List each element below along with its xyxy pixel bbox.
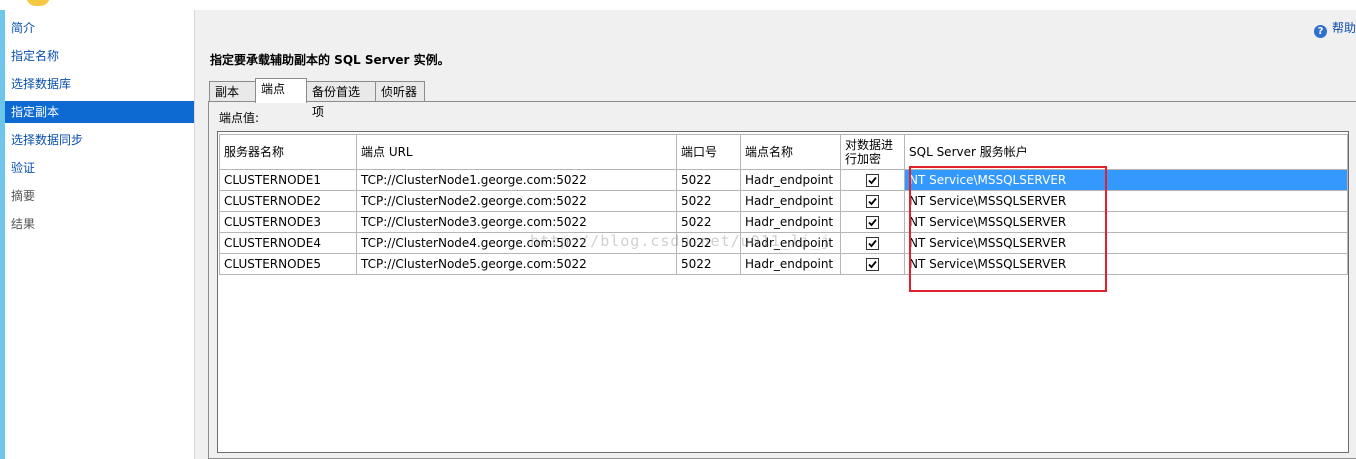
table-row[interactable]: CLUSTERNODE1 TCP://ClusterNode1.george.c…: [219, 169, 1348, 191]
column-header-endpoint-url[interactable]: 端点 URL: [356, 134, 677, 170]
wizard-sidebar: 简介 指定名称 选择数据库 指定副本 选择数据同步 验证 摘要 结果: [5, 10, 195, 459]
endpoint-values-label: 端点值:: [219, 111, 260, 125]
table-row[interactable]: CLUSTERNODE4 TCP://ClusterNode4.george.c…: [219, 232, 1348, 254]
encrypt-checkbox[interactable]: [866, 216, 879, 229]
column-header-port[interactable]: 端口号: [676, 134, 741, 170]
cell-endpoint-url[interactable]: TCP://ClusterNode1.george.com:5022: [356, 169, 677, 191]
cell-service-account[interactable]: NT Service\MSSQLSERVER: [904, 190, 1348, 212]
cell-endpoint-url[interactable]: TCP://ClusterNode5.george.com:5022: [356, 253, 677, 275]
cell-endpoint-url[interactable]: TCP://ClusterNode4.george.com:5022: [356, 232, 677, 254]
help-icon: ?: [1314, 25, 1327, 38]
cell-endpoint-url[interactable]: TCP://ClusterNode2.george.com:5022: [356, 190, 677, 212]
sidebar-item-select-databases[interactable]: 选择数据库: [5, 73, 194, 95]
cell-service-account[interactable]: NT Service\MSSQLSERVER: [904, 253, 1348, 275]
sidebar-item-specify-name[interactable]: 指定名称: [5, 45, 194, 67]
help-link[interactable]: ? 帮助: [1314, 20, 1356, 38]
cell-service-account[interactable]: NT Service\MSSQLSERVER: [904, 211, 1348, 233]
cell-server-name[interactable]: CLUSTERNODE4: [219, 232, 357, 254]
sidebar-item-intro[interactable]: 简介: [5, 17, 194, 39]
cell-server-name[interactable]: CLUSTERNODE2: [219, 190, 357, 212]
cell-service-account[interactable]: NT Service\MSSQLSERVER: [904, 169, 1348, 191]
encrypt-checkbox[interactable]: [866, 237, 879, 250]
cell-endpoint-name[interactable]: Hadr_endpoint: [740, 232, 841, 254]
cell-endpoint-name[interactable]: Hadr_endpoint: [740, 253, 841, 275]
page-instruction: 指定要承载辅助副本的 SQL Server 实例。: [210, 53, 450, 67]
cell-service-account[interactable]: NT Service\MSSQLSERVER: [904, 232, 1348, 254]
cell-encrypt: [840, 211, 905, 233]
help-label: 帮助: [1332, 21, 1356, 35]
title-strip: [0, 0, 1356, 10]
column-header-endpoint-name[interactable]: 端点名称: [740, 134, 841, 170]
sidebar-item-results: 结果: [11, 217, 36, 231]
table-row[interactable]: CLUSTERNODE3 TCP://ClusterNode3.george.c…: [219, 211, 1348, 233]
encrypt-checkbox[interactable]: [866, 258, 879, 271]
sidebar-item-specify-replicas[interactable]: 指定副本: [5, 101, 194, 123]
sidebar-item-data-sync[interactable]: 选择数据同步: [5, 129, 194, 151]
cell-encrypt: [840, 232, 905, 254]
cell-endpoint-url[interactable]: TCP://ClusterNode3.george.com:5022: [356, 211, 677, 233]
cell-port[interactable]: 5022: [676, 232, 741, 254]
cell-server-name[interactable]: CLUSTERNODE1: [219, 169, 357, 191]
cell-server-name[interactable]: CLUSTERNODE3: [219, 211, 357, 233]
table-row[interactable]: CLUSTERNODE5 TCP://ClusterNode5.george.c…: [219, 253, 1348, 275]
grid-header-row: 服务器名称 端点 URL 端口号 端点名称 对数据进行加密 SQL Server…: [219, 134, 1348, 170]
sidebar-item-validation[interactable]: 验证: [5, 157, 194, 179]
column-header-service-account[interactable]: SQL Server 服务帐户: [904, 134, 1348, 170]
tab-backup-preferences[interactable]: 备份首选项: [306, 81, 376, 119]
cell-endpoint-name[interactable]: Hadr_endpoint: [740, 190, 841, 212]
endpoints-grid[interactable]: 服务器名称 端点 URL 端口号 端点名称 对数据进行加密 SQL Server…: [217, 131, 1349, 453]
cell-encrypt: [840, 253, 905, 275]
column-header-server-name[interactable]: 服务器名称: [219, 134, 357, 170]
tab-listener[interactable]: 侦听器: [375, 81, 425, 101]
cell-port[interactable]: 5022: [676, 253, 741, 275]
cell-endpoint-name[interactable]: Hadr_endpoint: [740, 169, 841, 191]
cell-encrypt: [840, 169, 905, 191]
column-header-encrypt-data[interactable]: 对数据进行加密: [840, 134, 905, 170]
tab-endpoints[interactable]: 端点: [255, 78, 307, 103]
tab-replicas[interactable]: 副本: [209, 81, 256, 101]
cell-port[interactable]: 5022: [676, 169, 741, 191]
cell-server-name[interactable]: CLUSTERNODE5: [219, 253, 357, 275]
cell-endpoint-name[interactable]: Hadr_endpoint: [740, 211, 841, 233]
cell-encrypt: [840, 190, 905, 212]
table-row[interactable]: CLUSTERNODE2 TCP://ClusterNode2.george.c…: [219, 190, 1348, 212]
encrypt-checkbox[interactable]: [866, 174, 879, 187]
encrypt-checkbox[interactable]: [866, 195, 879, 208]
sidebar-item-summary: 摘要: [11, 189, 36, 203]
cell-port[interactable]: 5022: [676, 190, 741, 212]
cell-port[interactable]: 5022: [676, 211, 741, 233]
